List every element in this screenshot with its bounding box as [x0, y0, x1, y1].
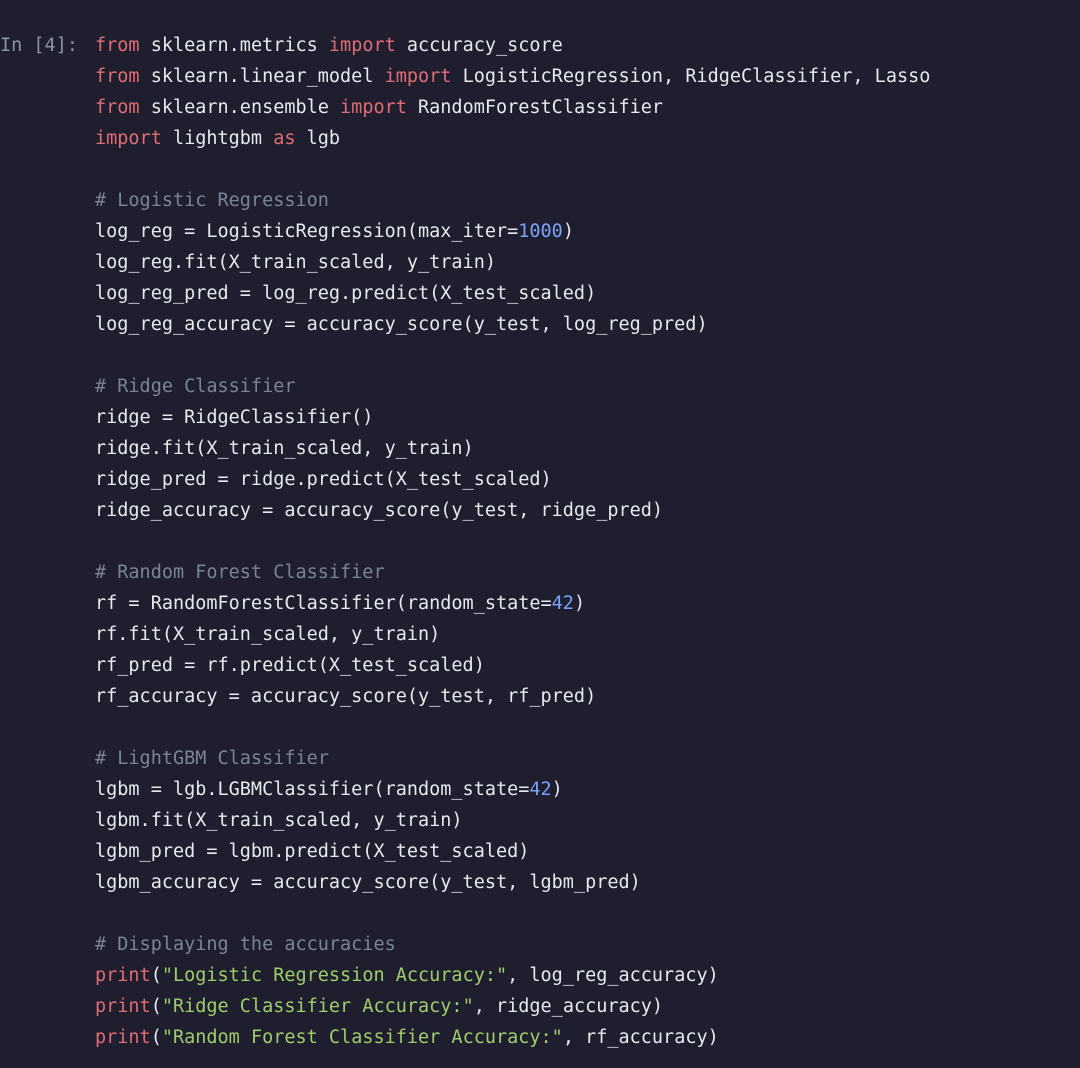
code-token: 42	[552, 593, 574, 614]
code-token: # Logistic Regression	[95, 190, 329, 211]
code-token: , log_reg_accuracy)	[507, 965, 719, 986]
code-token: log_reg = LogisticRegression(max_iter=	[95, 221, 518, 242]
code-token: )	[574, 593, 585, 614]
code-line[interactable]: rf_pred = rf.predict(X_test_scaled)	[95, 650, 1080, 681]
cell-prompt: In [4]:	[0, 30, 95, 61]
code-line[interactable]: from sklearn.metrics import accuracy_sco…	[95, 30, 1080, 61]
code-token: )	[563, 221, 574, 242]
code-token: "Ridge Classifier Accuracy:"	[162, 996, 474, 1017]
code-token: # Displaying the accuracies	[95, 934, 396, 955]
code-token: # Ridge Classifier	[95, 376, 295, 397]
code-token: "Logistic Regression Accuracy:"	[162, 965, 507, 986]
code-line[interactable]: rf_accuracy = accuracy_score(y_test, rf_…	[95, 681, 1080, 712]
code-token: log_reg.fit(X_train_scaled, y_train)	[95, 252, 496, 273]
code-token: "Random Forest Classifier Accuracy:"	[162, 1027, 563, 1048]
code-token: from	[95, 97, 140, 118]
code-token: LogisticRegression, RidgeClassifier, Las…	[451, 66, 930, 87]
code-line[interactable]	[95, 154, 1080, 185]
code-line[interactable]	[95, 712, 1080, 743]
code-line[interactable]: log_reg.fit(X_train_scaled, y_train)	[95, 247, 1080, 278]
code-line[interactable]: # LightGBM Classifier	[95, 743, 1080, 774]
code-token: from	[95, 66, 140, 87]
code-token: print	[95, 965, 151, 986]
code-token: import	[329, 35, 396, 56]
code-token: accuracy_score	[396, 35, 563, 56]
code-line[interactable]	[95, 340, 1080, 371]
code-token: , rf_accuracy)	[563, 1027, 719, 1048]
code-line[interactable]: ridge_accuracy = accuracy_score(y_test, …	[95, 495, 1080, 526]
code-cell: In [4]: from sklearn.metrics import accu…	[0, 0, 1080, 1053]
code-token: from	[95, 35, 140, 56]
code-token: RandomForestClassifier	[407, 97, 663, 118]
code-line[interactable]: rf.fit(X_train_scaled, y_train)	[95, 619, 1080, 650]
code-line[interactable]	[95, 898, 1080, 929]
code-token: rf_accuracy = accuracy_score(y_test, rf_…	[95, 686, 596, 707]
code-line[interactable]: lgbm_accuracy = accuracy_score(y_test, l…	[95, 867, 1080, 898]
code-token: rf = RandomForestClassifier(random_state…	[95, 593, 552, 614]
code-token: print	[95, 1027, 151, 1048]
code-line[interactable]: log_reg = LogisticRegression(max_iter=10…	[95, 216, 1080, 247]
code-line[interactable]: print("Ridge Classifier Accuracy:", ridg…	[95, 991, 1080, 1022]
code-token: rf_pred = rf.predict(X_test_scaled)	[95, 655, 485, 676]
code-token: # LightGBM Classifier	[95, 748, 329, 769]
code-line[interactable]: import lightgbm as lgb	[95, 123, 1080, 154]
code-token: sklearn.ensemble	[140, 97, 340, 118]
code-line[interactable]: rf = RandomForestClassifier(random_state…	[95, 588, 1080, 619]
code-token: sklearn.metrics	[140, 35, 329, 56]
code-token: print	[95, 996, 151, 1017]
code-line[interactable]: lgbm = lgb.LGBMClassifier(random_state=4…	[95, 774, 1080, 805]
code-token: , ridge_accuracy)	[474, 996, 663, 1017]
code-line[interactable]: ridge_pred = ridge.predict(X_test_scaled…	[95, 464, 1080, 495]
code-token: log_reg_pred = log_reg.predict(X_test_sc…	[95, 283, 596, 304]
code-line[interactable]	[95, 526, 1080, 557]
code-token: # Random Forest Classifier	[95, 562, 385, 583]
code-line[interactable]: ridge.fit(X_train_scaled, y_train)	[95, 433, 1080, 464]
code-token: (	[151, 1027, 162, 1048]
code-token: 42	[529, 779, 551, 800]
code-line[interactable]: lgbm.fit(X_train_scaled, y_train)	[95, 805, 1080, 836]
code-token: sklearn.linear_model	[140, 66, 385, 87]
code-line[interactable]: lgbm_pred = lgbm.predict(X_test_scaled)	[95, 836, 1080, 867]
code-line[interactable]: log_reg_pred = log_reg.predict(X_test_sc…	[95, 278, 1080, 309]
code-line[interactable]: # Logistic Regression	[95, 185, 1080, 216]
code-token: lgbm = lgb.LGBMClassifier(random_state=	[95, 779, 529, 800]
code-token: (	[151, 965, 162, 986]
code-token: lgbm_pred = lgbm.predict(X_test_scaled)	[95, 841, 529, 862]
code-token: import	[340, 97, 407, 118]
code-token: import	[95, 128, 162, 149]
code-token: ridge.fit(X_train_scaled, y_train)	[95, 438, 474, 459]
code-line[interactable]: print("Logistic Regression Accuracy:", l…	[95, 960, 1080, 991]
code-token: lgbm.fit(X_train_scaled, y_train)	[95, 810, 463, 831]
code-token: ridge = RidgeClassifier()	[95, 407, 373, 428]
code-token: )	[552, 779, 563, 800]
code-token: ridge_accuracy = accuracy_score(y_test, …	[95, 500, 663, 521]
code-token: rf.fit(X_train_scaled, y_train)	[95, 624, 440, 645]
code-line[interactable]: from sklearn.ensemble import RandomFores…	[95, 92, 1080, 123]
code-line[interactable]: # Random Forest Classifier	[95, 557, 1080, 588]
code-token: (	[151, 996, 162, 1017]
code-token: import	[385, 66, 452, 87]
code-line[interactable]: from sklearn.linear_model import Logisti…	[95, 61, 1080, 92]
code-token: log_reg_accuracy = accuracy_score(y_test…	[95, 314, 708, 335]
code-line[interactable]: print("Random Forest Classifier Accuracy…	[95, 1022, 1080, 1053]
code-line[interactable]: ridge = RidgeClassifier()	[95, 402, 1080, 433]
code-line[interactable]: # Ridge Classifier	[95, 371, 1080, 402]
code-token: lightgbm	[162, 128, 273, 149]
code-line[interactable]: log_reg_accuracy = accuracy_score(y_test…	[95, 309, 1080, 340]
code-token: as	[273, 128, 295, 149]
code-token: lgb	[296, 128, 341, 149]
code-token: ridge_pred = ridge.predict(X_test_scaled…	[95, 469, 552, 490]
code-input-area[interactable]: from sklearn.metrics import accuracy_sco…	[95, 30, 1080, 1053]
code-token: 1000	[518, 221, 563, 242]
code-line[interactable]: # Displaying the accuracies	[95, 929, 1080, 960]
code-token: lgbm_accuracy = accuracy_score(y_test, l…	[95, 872, 641, 893]
